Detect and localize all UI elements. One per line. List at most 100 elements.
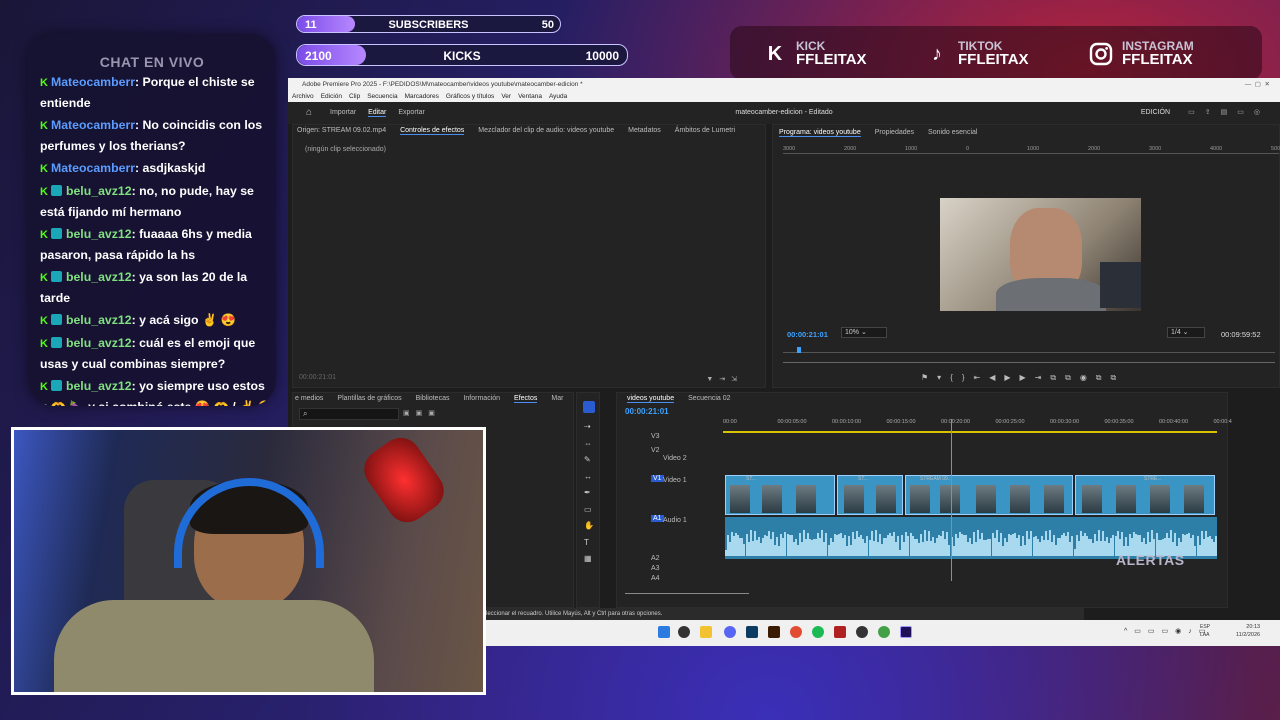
clip-stream[interactable]: ST...	[837, 475, 903, 515]
window-controls[interactable]: — ▢ ✕	[1245, 78, 1270, 92]
track-id[interactable]: V3	[651, 433, 660, 440]
panel-tab[interactable]: Ámbitos de Lumetri	[675, 127, 735, 134]
playback-controls[interactable]: ⚑▾{}⇤◀▶▶⇥⧉⧉◉⧉⧉	[921, 373, 1125, 383]
menu-item[interactable]: Edición	[321, 93, 342, 100]
kick-badge-icon: K	[40, 229, 48, 241]
panel-tab[interactable]: Plantillas de gráficos	[337, 395, 401, 402]
discord-icon[interactable]	[724, 626, 736, 638]
panel-tab[interactable]: Sonido esencial	[928, 129, 977, 136]
track-id[interactable]: A4	[651, 575, 660, 582]
premiere-icon[interactable]	[900, 626, 912, 638]
kicks-label: KICKS	[443, 49, 481, 63]
timeline-zoom-bar[interactable]	[625, 593, 749, 594]
kick-icon: K	[767, 42, 783, 65]
photoshop-icon[interactable]	[746, 626, 758, 638]
effects-search-input[interactable]: ⌕	[299, 408, 399, 420]
panel-tab[interactable]: Información	[463, 395, 500, 402]
track-id[interactable]: A2	[651, 555, 660, 562]
spotify-icon[interactable]	[812, 626, 824, 638]
subscribers-label: SUBSCRIBERS	[388, 19, 469, 31]
menu-item[interactable]: Ayuda	[549, 93, 567, 100]
panel-tab[interactable]: e medios	[295, 395, 323, 402]
panel-tab[interactable]: Origen: STREAM 09.02.mp4	[297, 127, 386, 134]
program-timecode[interactable]: 00:00:21:01	[787, 330, 828, 339]
chat-message: Kbelu_avz12: fuaaaa 6hs y media pasaron,…	[40, 224, 274, 265]
menu-item[interactable]: Secuencia	[367, 93, 397, 100]
search-icon[interactable]	[678, 626, 690, 638]
program-duration: 00:09:59:52	[1221, 330, 1261, 339]
track-name: Video 2	[663, 455, 687, 462]
panel-tab[interactable]: Metadatos	[628, 127, 661, 134]
language-indicator[interactable]: ESP LAA	[1200, 623, 1220, 639]
chat-message: K Mateocamberr: Porque el chiste se entie…	[40, 72, 274, 113]
social-links-banner: K KICK FFLEITAX ♪ TIKTOK FFLEITAX INSTAG…	[730, 26, 1262, 80]
panel-tab[interactable]: Programa: videos youtube	[779, 129, 861, 137]
track-header[interactable]: V3	[621, 433, 721, 443]
clip-stream[interactable]: STRE...	[1075, 475, 1215, 515]
clip-stream[interactable]: ST...	[725, 475, 835, 515]
folder-icon[interactable]	[700, 626, 712, 638]
track-id[interactable]: V1	[651, 475, 664, 482]
chat-message: K Mateocamberr: No coincidis con los perf…	[40, 115, 274, 156]
track-header[interactable]: A3	[621, 565, 721, 575]
illustrator-icon[interactable]	[768, 626, 780, 638]
effects-timecode: 00:00:21:01	[299, 374, 336, 381]
selection-tool-icon[interactable]	[583, 401, 595, 413]
chat-message: K Mateocamberr: asdjkaskjd	[40, 158, 274, 179]
panel-tab[interactable]: Bibliotecas	[416, 395, 450, 402]
ruler-label: 2000	[1088, 146, 1101, 152]
track-id[interactable]: A3	[651, 565, 660, 572]
program-zoom-bar[interactable]	[783, 362, 1275, 363]
menu-item[interactable]: Ver	[501, 93, 511, 100]
track-header[interactable]: V1 Video 1	[621, 475, 721, 485]
subscribers-goal-bar: 11 SUBSCRIBERS 50	[296, 15, 561, 33]
menu-item[interactable]: Ventana	[518, 93, 542, 100]
ruler-label: 2000	[844, 146, 857, 152]
instagram-icon	[1088, 41, 1114, 67]
program-ruler: 3000 2000 1000 0 1000 2000 3000 4000 5000	[783, 146, 1280, 154]
timeline-ruler[interactable]: 00:00 00:00:05:00 00:00:10:00 00:00:15:00 00…	[723, 419, 1232, 433]
tool-icons[interactable]: ⇢ ⇔ ✎ ↔ ✒ ▭ ✋ T ▦	[584, 419, 594, 568]
playhead[interactable]	[951, 419, 952, 581]
timeline-timecode[interactable]: 00:00:21:01	[625, 407, 669, 416]
track-header[interactable]: A2	[621, 555, 721, 565]
filter-icons[interactable]: ▼⇥⇲	[706, 375, 743, 383]
workspace-mode[interactable]: EDICIÓN	[1141, 102, 1170, 124]
panel-tab[interactable]: Secuencia 02	[688, 395, 730, 402]
panel-tab[interactable]: Mezclador del clip de audio: videos yout…	[478, 127, 614, 134]
panel-tab[interactable]: videos youtube	[627, 395, 675, 403]
quality-select[interactable]: 1/4 ⌄	[1167, 327, 1205, 338]
obs-icon[interactable]	[856, 626, 868, 638]
windows-start-icon[interactable]	[658, 626, 670, 638]
panel-tab[interactable]: Controles de efectos	[400, 127, 465, 135]
menu-item[interactable]: Clip	[349, 93, 360, 100]
program-monitor: Programa: videos youtube Propiedades Sonid…	[772, 124, 1280, 388]
app-icon[interactable]	[834, 626, 846, 638]
chrome-icon[interactable]	[790, 626, 802, 638]
clock[interactable]: 20:13 11/2/2026	[1236, 623, 1260, 639]
webcam-feed	[11, 427, 486, 695]
track-id[interactable]: V2	[651, 447, 660, 454]
menu-item[interactable]: Gráficos y títulos	[446, 93, 494, 100]
menu-item[interactable]: Marcadores	[405, 93, 439, 100]
ruler-label: 0	[966, 146, 970, 152]
chat-username: Mateocamberr	[50, 161, 136, 175]
header-icons[interactable]: ▭⇪▤▭◎	[1188, 102, 1270, 124]
program-scrubber[interactable]	[783, 347, 1275, 353]
chat-message: Kbelu_avz12: ya son las 20 de la tarde	[40, 267, 274, 308]
track-id[interactable]: A1	[651, 515, 664, 522]
track-header[interactable]: A4	[621, 575, 721, 585]
clip-stream[interactable]: STREAM 09...	[905, 475, 1073, 515]
effects-filter-icons[interactable]: ▣▣▣	[403, 409, 441, 417]
track-header[interactable]: V2 Video 2	[621, 447, 721, 462]
ruler-label: 5000	[1271, 146, 1280, 152]
kick-badge-icon: K	[40, 163, 48, 175]
zoom-select[interactable]: 10% ⌄	[841, 327, 887, 338]
panel-tab[interactable]: Efectos	[514, 395, 538, 403]
track-header[interactable]: A1 Audio 1	[621, 515, 721, 525]
subscriber-badge-icon	[50, 185, 62, 196]
chrome-profile-icon[interactable]	[878, 626, 890, 638]
menu-item[interactable]: Archivo	[292, 93, 314, 100]
panel-tab[interactable]: Mar	[551, 395, 563, 402]
panel-tab[interactable]: Propiedades	[875, 129, 914, 136]
